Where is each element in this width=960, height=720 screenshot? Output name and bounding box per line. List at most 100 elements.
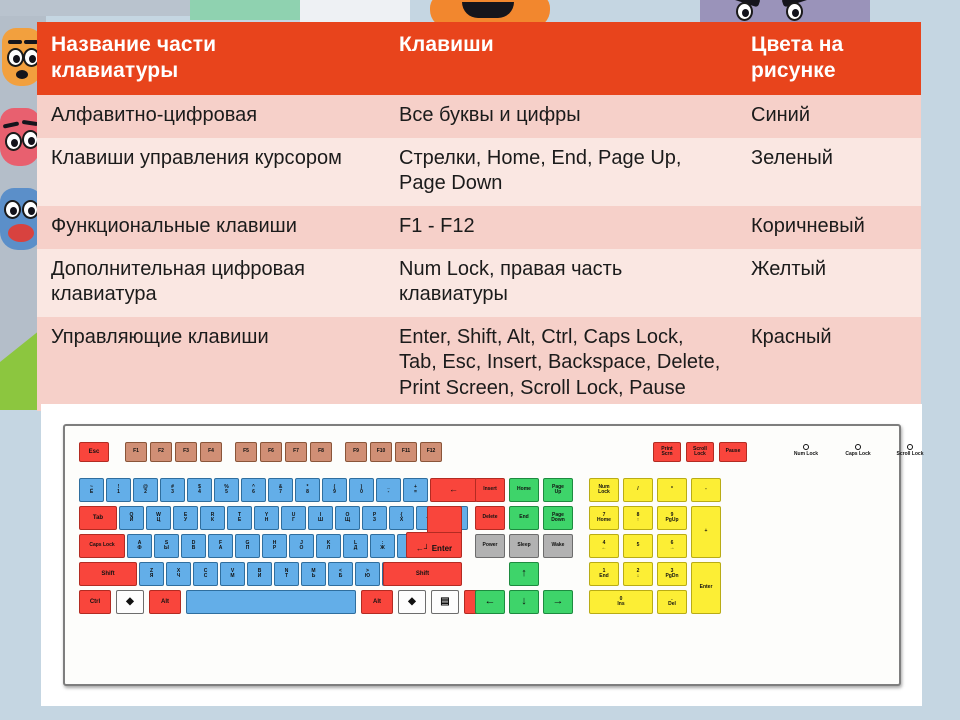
key-pageup[interactable]: Page Up xyxy=(543,478,573,502)
key-q[interactable]: QЙ xyxy=(119,506,144,530)
key-k[interactable]: < Б xyxy=(328,562,353,586)
key-f1[interactable]: F1 xyxy=(125,442,147,462)
key-7[interactable]: & 7 xyxy=(268,478,293,502)
key-esc[interactable]: Esc xyxy=(79,442,109,462)
key-pagedown[interactable]: Page Down xyxy=(543,506,573,530)
key-1[interactable]: ! 1 xyxy=(106,478,131,502)
key-numpad-1end[interactable]: 1 End xyxy=(589,562,619,586)
key-sleep[interactable]: Sleep xyxy=(509,534,539,558)
key-0[interactable]: ) 0 xyxy=(349,478,374,502)
key-numpad-enter[interactable]: Enter xyxy=(691,562,721,614)
key-z[interactable]: ZЯ xyxy=(139,562,164,586)
key-shift-right[interactable]: Shift xyxy=(383,562,462,586)
key-k-6[interactable]: ▤ xyxy=(431,590,459,614)
key-numpad-3pgdn[interactable]: 3 PgDn xyxy=(657,562,687,586)
key-u[interactable]: UГ xyxy=(281,506,306,530)
key-k[interactable]: + = xyxy=(403,478,428,502)
key-f2[interactable]: F2 xyxy=(150,442,172,462)
key-f8[interactable]: F8 xyxy=(310,442,332,462)
key-s[interactable]: SЫ xyxy=(154,534,179,558)
key-9[interactable]: (9 xyxy=(322,478,347,502)
key-end[interactable]: End xyxy=(509,506,539,530)
key-numpad-k[interactable]: * xyxy=(657,478,687,502)
key-numpad-7home[interactable]: 7 Home xyxy=(589,506,619,530)
key-numpad-4[interactable]: 4 ← xyxy=(589,534,619,558)
key-k[interactable]: KЛ xyxy=(316,534,341,558)
key-k[interactable]: _ - xyxy=(376,478,401,502)
key-f[interactable]: FА xyxy=(208,534,233,558)
key-alt-4[interactable]: Alt xyxy=(361,590,393,614)
key-b[interactable]: BИ xyxy=(247,562,272,586)
key-i[interactable]: IШ xyxy=(308,506,333,530)
key-tab[interactable]: Tab xyxy=(79,506,117,530)
key-w[interactable]: WЦ xyxy=(146,506,171,530)
key-l[interactable]: LД xyxy=(343,534,368,558)
key-t[interactable]: TЕ xyxy=(227,506,252,530)
key-printscrn[interactable]: Print Scrn xyxy=(653,442,681,462)
key-alt-2[interactable]: Alt xyxy=(149,590,181,614)
key-o[interactable]: OЩ xyxy=(335,506,360,530)
key-2[interactable]: @2 xyxy=(133,478,158,502)
key-g[interactable]: GП xyxy=(235,534,260,558)
key-arrow-up[interactable]: ↑ xyxy=(509,562,539,586)
key-f6[interactable]: F6 xyxy=(260,442,282,462)
key-numpad-0ins[interactable]: 0 Ins xyxy=(589,590,653,614)
key-f10[interactable]: F10 xyxy=(370,442,392,462)
key-power[interactable]: Power xyxy=(475,534,505,558)
key-k[interactable]: :Ж xyxy=(370,534,395,558)
key-arrow-right[interactable]: → xyxy=(543,590,573,614)
key-x[interactable]: XЧ xyxy=(166,562,191,586)
key-j[interactable]: JО xyxy=(289,534,314,558)
key-8[interactable]: * 8 xyxy=(295,478,320,502)
key-enter-upper[interactable] xyxy=(427,506,462,534)
key-d[interactable]: DВ xyxy=(181,534,206,558)
key-insert[interactable]: Insert xyxy=(475,478,505,502)
key-caps-lock[interactable]: Caps Lock xyxy=(79,534,125,558)
key-arrow-left[interactable]: ← xyxy=(475,590,505,614)
key-numpad-5[interactable]: 5 xyxy=(623,534,653,558)
key-k[interactable]: ~ Ё xyxy=(79,478,104,502)
key-6[interactable]: ^ 6 xyxy=(241,478,266,502)
key-4[interactable]: $4 xyxy=(187,478,212,502)
key-5[interactable]: % 5 xyxy=(214,478,239,502)
key-numpad-2[interactable]: 2 ↓ xyxy=(623,562,653,586)
key-f4[interactable]: F4 xyxy=(200,442,222,462)
key-c[interactable]: CС xyxy=(193,562,218,586)
key-ctrl-0[interactable]: Ctrl xyxy=(79,590,111,614)
key-scrolllock[interactable]: Scroll Lock xyxy=(686,442,714,462)
key-numpad-k[interactable]: - xyxy=(691,478,721,502)
key-f11[interactable]: F11 xyxy=(395,442,417,462)
key-y[interactable]: YН xyxy=(254,506,279,530)
key-k[interactable]: > Ю xyxy=(355,562,380,586)
key-backspace[interactable]: ← xyxy=(430,478,477,502)
key-v[interactable]: VМ xyxy=(220,562,245,586)
key-home[interactable]: Home xyxy=(509,478,539,502)
key-r[interactable]: RК xyxy=(200,506,225,530)
key-3[interactable]: #3 xyxy=(160,478,185,502)
key-numpad-8[interactable]: 8 ↑ xyxy=(623,506,653,530)
key-h[interactable]: HР xyxy=(262,534,287,558)
key-delete[interactable]: Delete xyxy=(475,506,505,530)
key-wake[interactable]: Wake xyxy=(543,534,573,558)
key-numpad-del[interactable]: . Del xyxy=(657,590,687,614)
key-f9[interactable]: F9 xyxy=(345,442,367,462)
key-f5[interactable]: F5 xyxy=(235,442,257,462)
key-numpad-6[interactable]: 6 → xyxy=(657,534,687,558)
key-pause[interactable]: Pause xyxy=(719,442,747,462)
key-shift-left[interactable]: Shift xyxy=(79,562,137,586)
key-arrow-down[interactable]: ↓ xyxy=(509,590,539,614)
key-e[interactable]: EУ xyxy=(173,506,198,530)
key-n[interactable]: NТ xyxy=(274,562,299,586)
key-m[interactable]: MЬ xyxy=(301,562,326,586)
key-numpad-numlock[interactable]: Num Lock xyxy=(589,478,619,502)
key-numpad-9pgup[interactable]: 9 PgUp xyxy=(657,506,687,530)
key-f12[interactable]: F12 xyxy=(420,442,442,462)
key-k-1[interactable]: ◆ xyxy=(116,590,144,614)
key-f7[interactable]: F7 xyxy=(285,442,307,462)
key-f3[interactable]: F3 xyxy=(175,442,197,462)
key-numpad-k[interactable]: / xyxy=(623,478,653,502)
key-numpad-k[interactable]: + xyxy=(691,506,721,558)
key-k-5[interactable]: ◆ xyxy=(398,590,426,614)
key-enter[interactable]: ←┘ Enter xyxy=(406,532,462,558)
key-p[interactable]: PЗ xyxy=(362,506,387,530)
